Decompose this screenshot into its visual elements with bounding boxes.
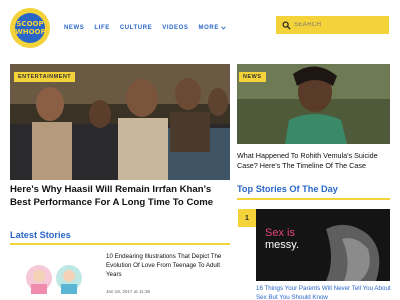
logo-mark: SCOOP WHOOP (15, 13, 46, 43)
search-bar[interactable] (276, 16, 389, 34)
logo-text-line2: WHOOP (15, 28, 46, 36)
nav-item-culture[interactable]: CULTURE (120, 25, 152, 31)
chevron-down-icon (221, 26, 226, 30)
main-nav: NEWS LIFE CULTURE VIDEOS MORE (64, 25, 226, 31)
top-story-image[interactable]: Sex is messy. (256, 209, 390, 281)
side-story-image[interactable]: NEWS (237, 64, 390, 144)
latest-story-illustration (22, 256, 86, 300)
site-logo[interactable]: SCOOP WHOOP (10, 8, 50, 48)
top-story-image-caption: Sex is messy. (265, 227, 299, 251)
search-input[interactable] (294, 22, 384, 28)
nav-item-more[interactable]: MORE (199, 25, 226, 31)
top-stories-heading: Top Stories Of The Day (237, 184, 338, 194)
latest-stories-divider (10, 243, 230, 245)
side-story-category-badge[interactable]: NEWS (239, 72, 266, 82)
nav-item-videos[interactable]: VIDEOS (162, 25, 188, 31)
latest-stories-heading: Latest Stories (10, 230, 71, 240)
top-story-image-text-1: Sex is (265, 227, 295, 239)
nav-item-more-label: MORE (198, 25, 219, 31)
latest-story-thumbnail[interactable] (22, 256, 86, 300)
search-icon (282, 20, 291, 30)
top-stories-divider (237, 198, 390, 200)
latest-story-headline[interactable]: 10 Endearing Illustrations That Depict T… (106, 252, 231, 279)
top-story-headline[interactable]: 16 Things Your Parents Will Never Tell Y… (256, 284, 392, 300)
top-story-rank: 1 (238, 209, 256, 227)
logo-text-line1: SCOOP (16, 20, 44, 28)
nav-item-life[interactable]: LIFE (94, 25, 109, 31)
side-story-headline[interactable]: What Happened To Rohith Vemula's Suicide… (237, 151, 393, 171)
nav-item-news[interactable]: NEWS (64, 25, 84, 31)
hero-image[interactable]: ENTERTAINMENT (10, 64, 230, 180)
hero-category-badge[interactable]: ENTERTAINMENT (14, 72, 76, 82)
hero-headline[interactable]: Here's Why Haasil Will Remain Irrfan Kha… (10, 184, 232, 209)
latest-story-date: Jan 18, 2017 at 11:36 (106, 289, 151, 294)
top-story-image-text-2: messy. (265, 239, 300, 251)
